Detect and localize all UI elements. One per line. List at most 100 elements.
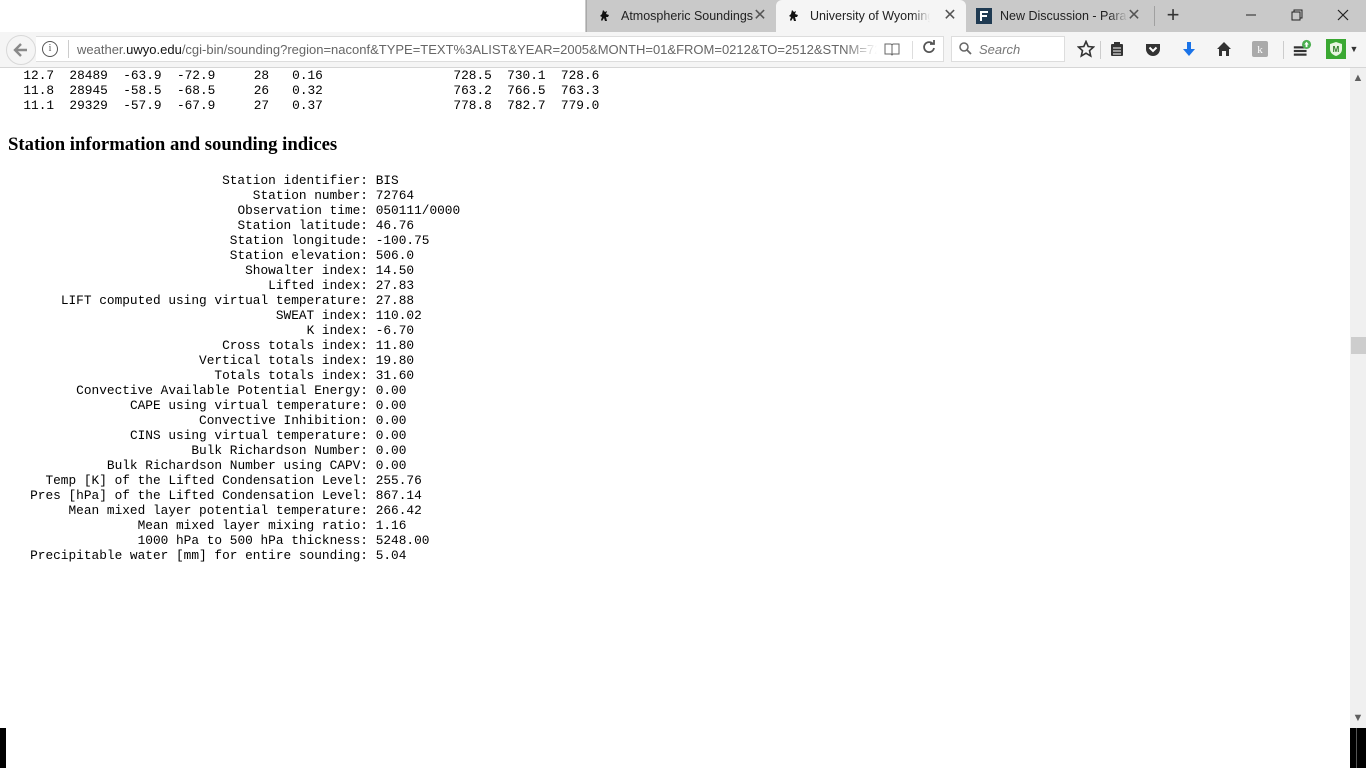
index-value: 255.76: [375, 473, 422, 488]
index-row: Convective Inhibition: 0.00: [8, 413, 460, 428]
index-row: Cross totals index: 11.80: [8, 338, 460, 353]
index-row: Station latitude: 46.76: [8, 218, 460, 233]
tab-title: University of Wyoming -: [810, 9, 930, 23]
index-label: Station elevation:: [229, 248, 368, 263]
screen-bottom-edge: [0, 728, 6, 768]
index-label: Convective Inhibition:: [199, 413, 368, 428]
index-value: 5.04: [375, 548, 407, 563]
index-row: Precipitable water [mm] for entire sound…: [8, 548, 460, 563]
index-label: LIFT computed using virtual temperature:: [60, 293, 368, 308]
extension-dropdown-icon[interactable]: ▼: [1348, 39, 1360, 59]
index-label: CINS using virtual temperature:: [129, 428, 368, 443]
tab-separator: [1154, 6, 1155, 26]
search-icon: [959, 42, 973, 56]
index-value: -6.70: [375, 323, 415, 338]
close-tab-icon[interactable]: ✕: [752, 8, 768, 24]
tab-new-discussion[interactable]: New Discussion - Parallax ✕: [966, 0, 1150, 32]
station-indices-list: Station identifier: BIS Station number: 727…: [8, 173, 460, 563]
minimize-button[interactable]: [1228, 0, 1274, 30]
index-row: Showalter index: 14.50: [8, 263, 460, 278]
shield-m-extension-icon[interactable]: M: [1326, 39, 1346, 59]
index-value: 0.00: [375, 428, 407, 443]
index-label: Precipitable water [mm] for entire sound…: [30, 548, 368, 563]
index-row: 1000 hPa to 500 hPa thickness: 5248.00: [8, 533, 460, 548]
index-label: Bulk Richardson Number using CAPV:: [106, 458, 368, 473]
index-row: Mean mixed layer potential temperature: 2…: [8, 503, 460, 518]
page-content: 12.7 28489 -63.9 -72.9 28 0.16 728.5 730…: [0, 68, 1350, 728]
tab-atmospheric-soundings[interactable]: Atmospheric Soundings ✕: [586, 0, 776, 32]
index-label: Mean mixed layer potential temperature:: [68, 503, 369, 518]
tab-title: New Discussion - Parallax: [1000, 9, 1128, 23]
index-value: 266.42: [375, 503, 422, 518]
close-tab-icon[interactable]: ✕: [1126, 8, 1142, 24]
index-label: Station longitude:: [229, 233, 368, 248]
back-button[interactable]: [6, 35, 36, 65]
wyoming-cowboy-icon: [786, 8, 802, 24]
vertical-scrollbar[interactable]: ▲ ▼: [1350, 68, 1366, 728]
index-row: K index: -6.70: [8, 323, 460, 338]
section-title: Station information and sounding indices: [8, 134, 338, 155]
bookmark-star-icon[interactable]: [1076, 39, 1096, 59]
tab-university-of-wyoming[interactable]: University of Wyoming - ✕: [776, 0, 966, 32]
index-row: Convective Available Potential Energy: 0.…: [8, 383, 460, 398]
url-prefix: weather.: [77, 41, 127, 57]
scroll-up-arrow-icon[interactable]: ▲: [1350, 70, 1366, 86]
pocket-icon[interactable]: [1143, 39, 1163, 59]
restore-button[interactable]: [1274, 0, 1320, 30]
close-window-button[interactable]: [1320, 0, 1366, 30]
svg-text:k: k: [1257, 44, 1263, 56]
index-value: 506.0: [375, 248, 415, 263]
url-bar[interactable]: i weather.uwyo.edu/cgi-bin/sounding?regi…: [36, 36, 944, 62]
download-icon[interactable]: [1179, 39, 1199, 59]
index-row: LIFT computed using virtual temperature:…: [8, 293, 460, 308]
forum-f-icon: [976, 8, 992, 24]
url-host: uwyo.edu: [126, 41, 182, 57]
menu-update-icon[interactable]: [1292, 39, 1312, 59]
new-tab-button[interactable]: +: [1160, 4, 1186, 28]
scrollbar-thumb[interactable]: [1351, 337, 1366, 354]
index-label: Temp [K] of the Lifted Condensation Leve…: [45, 473, 368, 488]
index-label: 1000 hPa to 500 hPa thickness:: [137, 533, 368, 548]
scroll-down-arrow-icon[interactable]: ▼: [1350, 710, 1366, 726]
reload-icon[interactable]: [920, 40, 938, 58]
home-icon[interactable]: [1214, 39, 1234, 59]
reading-list-icon[interactable]: [1107, 39, 1127, 59]
index-value: 27.83: [375, 278, 415, 293]
index-label: Pres [hPa] of the Lifted Condensation Le…: [30, 488, 368, 503]
tab-title: Atmospheric Soundings: [621, 9, 754, 23]
index-value: 14.50: [375, 263, 415, 278]
index-value: 867.14: [375, 488, 422, 503]
index-row: CAPE using virtual temperature: 0.00: [8, 398, 460, 413]
index-value: 0.00: [375, 383, 407, 398]
wyoming-cowboy-icon: [597, 8, 613, 24]
close-tab-icon[interactable]: ✕: [942, 8, 958, 24]
index-value: 0.00: [375, 443, 407, 458]
reader-view-icon[interactable]: [884, 42, 900, 56]
close-icon: [1337, 9, 1349, 21]
back-arrow-icon: [13, 43, 27, 57]
site-info-icon[interactable]: i: [42, 41, 58, 57]
search-placeholder: Search: [979, 41, 1021, 57]
index-label: Station identifier:: [222, 173, 368, 188]
index-row: Totals totals index: 31.60: [8, 368, 460, 383]
index-value: -100.75: [375, 233, 430, 248]
url-text[interactable]: weather.uwyo.edu/cgi-bin/sounding?region…: [77, 42, 877, 57]
index-label: Totals totals index:: [214, 368, 368, 383]
index-value: 050111/0000: [375, 203, 461, 218]
index-value: 72764: [375, 188, 415, 203]
index-row: Station number: 72764: [8, 188, 460, 203]
index-value: 0.00: [375, 458, 407, 473]
index-label: CAPE using virtual temperature:: [129, 398, 368, 413]
index-label: Bulk Richardson Number:: [191, 443, 368, 458]
index-value: 0.00: [375, 413, 407, 428]
restore-icon: [1291, 9, 1303, 21]
search-bar[interactable]: Search: [951, 36, 1065, 62]
index-value: 27.88: [375, 293, 415, 308]
tab-strip-blank-area: [0, 0, 585, 32]
index-label: Vertical totals index:: [199, 353, 368, 368]
index-value: BIS: [375, 173, 399, 188]
index-label: K index:: [306, 323, 368, 338]
extension-k-icon[interactable]: k: [1250, 39, 1270, 59]
table-row: 11.1 29329 -57.9 -67.9 27 0.37 778.8 782…: [8, 98, 600, 113]
index-row: Bulk Richardson Number using CAPV: 0.00: [8, 458, 460, 473]
